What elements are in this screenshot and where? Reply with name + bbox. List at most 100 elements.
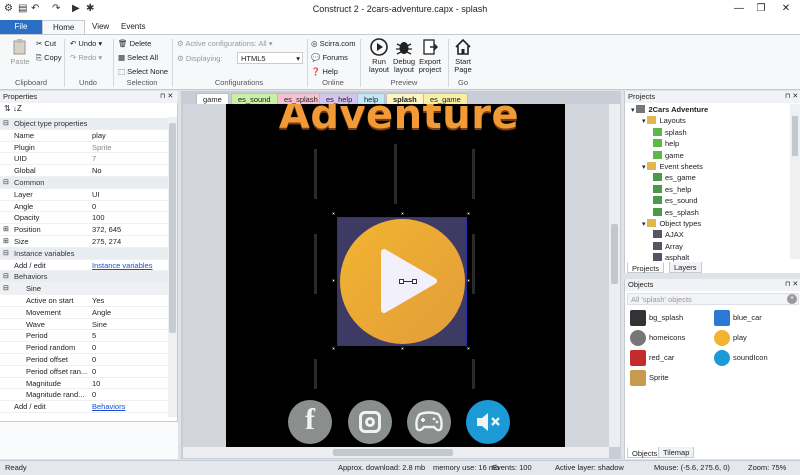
tab-file[interactable]: File [0, 20, 42, 34]
canvas-horizontal-scrollbar[interactable] [183, 447, 609, 458]
sort-icon[interactable]: ⇅ ↓Z [4, 104, 22, 113]
collapse-icon[interactable]: ⊟ [3, 177, 9, 189]
doc-tab-es-game[interactable]: es_game [423, 93, 468, 104]
behavior-header[interactable]: ⊟ Sine [0, 283, 168, 295]
property-section[interactable]: ⊟ Behaviors [0, 271, 168, 284]
property-row[interactable]: Layer UI [0, 189, 168, 201]
object-item[interactable]: red_car [630, 350, 674, 366]
property-row[interactable]: Wave Sine [0, 319, 168, 331]
export-project-button[interactable]: Export project [413, 38, 447, 74]
pin-icon[interactable]: ⊓ ✕ [785, 92, 798, 100]
delete-button[interactable]: 🗑 Delete [118, 39, 151, 48]
tab-layers[interactable]: Layers [669, 262, 702, 273]
help-link[interactable]: ❓ Help [311, 67, 338, 76]
property-row[interactable]: Period random 0 [0, 342, 168, 354]
property-row[interactable]: Period 5 [0, 330, 168, 343]
close-button[interactable]: ✕ [775, 2, 797, 16]
pin-icon[interactable]: ⊓ ✕ [160, 92, 173, 100]
tree-event-sheet[interactable]: es_help [653, 184, 691, 194]
collapse-icon[interactable]: ⊟ [3, 118, 9, 130]
object-item[interactable]: soundIcon [714, 350, 768, 366]
property-row[interactable]: Add / edit Instance variables [0, 260, 168, 272]
mute-icon[interactable] [466, 400, 510, 444]
projects-scrollbar[interactable] [790, 104, 800, 259]
active-configurations[interactable]: ⚙ Active configurations: All ▾ [177, 39, 273, 48]
scirra-link[interactable]: ◎ Scirra.com [311, 39, 355, 48]
tree-layout[interactable]: game [653, 150, 684, 160]
facebook-icon[interactable]: f [288, 400, 332, 444]
instagram-icon[interactable] [348, 400, 392, 444]
property-row[interactable]: Period offset 0 [0, 354, 168, 366]
tree-object-type[interactable]: Array [653, 241, 683, 251]
minimize-button[interactable]: — [728, 2, 750, 16]
copy-button[interactable]: ⎘ Copy [36, 53, 62, 63]
doc-tab-es-splash[interactable]: es_splash [277, 93, 325, 104]
paste-button[interactable]: Paste [3, 38, 37, 66]
tree-folder-object-types[interactable]: ▾ Object types [642, 219, 701, 228]
tree-layout[interactable]: help [653, 139, 679, 148]
game-view[interactable]: Adventure f [226, 104, 565, 447]
tree-event-sheet[interactable]: es_game [653, 173, 696, 182]
displaying-select[interactable]: HTML5 ▾ [237, 52, 303, 64]
forums-link[interactable]: 💬 Forums [311, 53, 348, 62]
resize-handle[interactable] [332, 212, 335, 215]
resize-handle[interactable] [401, 347, 404, 350]
property-row[interactable]: Global No [0, 165, 168, 177]
start-page-button[interactable]: Start Page [446, 38, 480, 74]
property-section[interactable]: ⊟ Common [0, 177, 168, 189]
collapse-icon[interactable]: ⊟ [3, 248, 9, 260]
tab-home[interactable]: Home [42, 20, 86, 34]
canvas-vertical-scrollbar[interactable] [609, 104, 620, 447]
property-row[interactable]: ⊞ Size 275, 274 [0, 236, 168, 248]
objects-filter[interactable]: All 'splash' objects [627, 293, 799, 305]
pin-icon[interactable]: ⊓ ✕ [785, 280, 798, 288]
tree-object-type[interactable]: asphalt [653, 253, 689, 262]
doc-tab-es-sound[interactable]: es_sound [231, 93, 278, 104]
property-row[interactable]: Period offset ran... 0 [0, 366, 168, 378]
play-sprite[interactable] [337, 217, 467, 346]
tree-folder-layouts[interactable]: ▾ Layouts [642, 116, 686, 125]
object-item[interactable]: homeicons [630, 330, 685, 346]
doc-tab-help[interactable]: help [357, 93, 386, 104]
property-row[interactable]: Angle 0 [0, 201, 168, 213]
property-row[interactable]: Plugin Sprite [0, 142, 168, 154]
collapse-icon[interactable]: ⊟ [3, 283, 9, 295]
object-item[interactable]: bg_splash [630, 310, 683, 326]
property-row[interactable]: Name play [0, 130, 168, 142]
tree-object-type[interactable]: AJAX [653, 230, 684, 239]
property-row[interactable]: Active on start Yes [0, 295, 168, 307]
resize-handle[interactable] [401, 212, 404, 215]
doc-tab-es-help[interactable]: es_help [319, 93, 360, 104]
property-link[interactable]: Instance variables [92, 260, 152, 272]
add-icon[interactable]: + [787, 294, 797, 304]
resize-handle[interactable] [467, 212, 470, 215]
property-row[interactable]: Magnitude 10 [0, 378, 168, 390]
tree-folder-event-sheets[interactable]: ▾ Event sheets [642, 162, 703, 171]
resize-handle[interactable] [332, 279, 335, 282]
collapse-icon[interactable]: ⊟ [3, 271, 9, 283]
object-item[interactable]: Sprite [630, 370, 669, 386]
redo-button[interactable]: ↷ Redo ▾ [70, 53, 102, 62]
resize-handle[interactable] [467, 347, 470, 350]
maximize-button[interactable]: ❐ [750, 2, 772, 16]
tab-projects[interactable]: Projects [627, 262, 665, 273]
property-row[interactable]: Add / edit Behaviors [0, 401, 168, 413]
object-item[interactable]: play [714, 330, 747, 346]
property-row[interactable]: UID 7 [0, 153, 168, 166]
property-row[interactable]: Movement Angle [0, 307, 168, 319]
doc-tab-splash[interactable]: splash [386, 93, 424, 104]
tab-events[interactable]: Events [111, 20, 155, 34]
doc-tab-game[interactable]: game [196, 93, 229, 104]
layout-canvas[interactable]: Adventure f [183, 104, 609, 447]
property-row[interactable]: ⊞ Position 372, 645 [0, 224, 168, 236]
property-section[interactable]: ⊟ Instance variables [0, 247, 168, 260]
property-row[interactable]: Magnitude rand... 0 [0, 389, 168, 402]
select-all-button[interactable]: ▦ Select All [118, 53, 158, 62]
gamepad-icon[interactable] [407, 400, 451, 444]
object-item[interactable]: blue_car [714, 310, 762, 326]
tree-root[interactable]: ▾ 2Cars Adventure [631, 105, 708, 114]
tab-tilemap[interactable]: Tilemap [658, 447, 695, 458]
expand-icon[interactable]: ⊞ [3, 236, 9, 248]
resize-handle[interactable] [467, 279, 470, 282]
cut-button[interactable]: ✂ Cut [36, 39, 56, 48]
